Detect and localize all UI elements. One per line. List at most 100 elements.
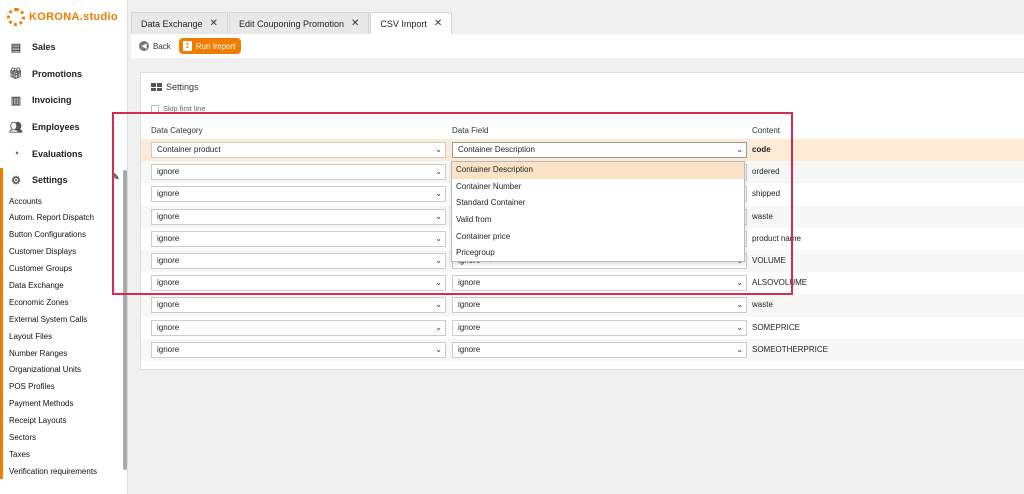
data-category-select[interactable]: ignore ⌄ [151, 208, 446, 225]
table-row: ignore ⌄ ignore ⌄ ALSOVOLUME [141, 272, 1024, 294]
nav-item-promotions[interactable]: 🎁︎ Promotions [0, 61, 127, 88]
header-data-category: Data Category [151, 126, 203, 135]
subnav-item-taxes[interactable]: Taxes [0, 447, 127, 464]
back-arrow-icon: ◀ [139, 41, 149, 51]
tab-label: Data Exchange [141, 18, 203, 29]
panel-title: Settings [151, 82, 199, 92]
select-value: ignore [157, 344, 180, 354]
data-field-select[interactable]: ignore ⌄ [452, 341, 747, 358]
chevron-down-icon: ⌄ [736, 278, 743, 288]
subnav-item-receipt-layouts[interactable]: Receipt Layouts [0, 413, 127, 430]
data-category-select[interactable]: ignore ⌄ [151, 319, 446, 336]
tab-label: CSV Import [380, 18, 427, 29]
data-category-select[interactable]: ignore ⌄ [151, 253, 446, 269]
select-value: ignore [157, 278, 180, 288]
data-field-select[interactable]: ignore ⌄ [452, 319, 747, 336]
nav-item-label: Settings [32, 175, 68, 186]
subnav-item-layout-files[interactable]: Layout Files [0, 329, 127, 346]
select-value: ignore [458, 278, 481, 288]
table-row: ignore ⌄ ignore ⌄ SOMEOTHERPRICE [141, 338, 1024, 361]
subnav-item-report-dispatch[interactable]: Autom. Report Dispatch [0, 210, 127, 227]
data-field-select[interactable]: ignore ⌄ [452, 275, 747, 292]
run-import-button[interactable]: ↥ Run Import [178, 38, 242, 54]
select-value: ignore [458, 300, 481, 310]
data-category-select[interactable]: ignore ⌄ [151, 164, 446, 181]
dropdown-option[interactable]: Standard Container [452, 195, 744, 212]
tab-data-exchange[interactable]: Data Exchange ✕ [131, 12, 228, 34]
chevron-down-icon: ⌄ [736, 300, 743, 310]
dropdown-option[interactable]: Valid from [452, 212, 744, 229]
grid-icon [151, 83, 162, 91]
table-row: Container product ⌄ Container Description ⌄… [141, 139, 1024, 162]
nav-item-sales[interactable]: ▤ Sales [0, 34, 127, 61]
subnav-item-organizational-units[interactable]: Organizational Units [0, 362, 127, 379]
subnav-item-sectors[interactable]: Sectors [0, 430, 127, 447]
close-icon[interactable]: ✕ [210, 13, 218, 35]
data-category-select[interactable]: ignore ⌄ [151, 275, 446, 292]
select-value: ignore [157, 167, 180, 177]
select-value: ignore [157, 233, 180, 243]
subnav-item-customer-groups[interactable]: Customer Groups [0, 261, 127, 278]
data-field-select[interactable]: Container Description ⌄ [452, 142, 747, 158]
data-field-select[interactable]: ignore ⌄ [452, 297, 747, 314]
data-category-select[interactable]: ignore ⌄ [151, 186, 446, 203]
subnav-item-customer-displays[interactable]: Customer Displays [0, 244, 127, 261]
data-field-dropdown[interactable]: Container Description Container Number S… [451, 161, 745, 262]
data-category-select[interactable]: ignore ⌄ [151, 297, 446, 314]
select-value: Container product [157, 145, 221, 154]
dropdown-option[interactable]: Container Number [452, 179, 744, 196]
dropdown-option[interactable]: Container price [452, 229, 744, 246]
chevron-down-icon: ⌄ [435, 189, 442, 199]
skip-first-line-label: Skip first line [163, 104, 206, 113]
chevron-down-icon: ⌄ [736, 145, 743, 154]
close-icon[interactable]: ✕ [434, 13, 442, 35]
dropdown-option[interactable]: Pricegroup [452, 245, 744, 262]
data-category-select[interactable]: Container product ⌄ [151, 142, 446, 158]
nav-item-label: Employees [32, 122, 80, 133]
chevron-down-icon: ⌄ [435, 278, 442, 288]
subnav-item-data-exchange[interactable]: Data Exchange [0, 278, 127, 295]
sidebar-scrollbar[interactable] [123, 170, 127, 470]
nav-item-label: Sales [32, 42, 56, 53]
pin-icon[interactable]: ✎ [112, 172, 120, 183]
subnav-item-economic-zones[interactable]: Economic Zones [0, 295, 127, 312]
skip-first-line-checkbox[interactable] [151, 104, 159, 113]
content-cell: product name [752, 233, 801, 243]
data-category-select[interactable]: ignore ⌄ [151, 341, 446, 358]
content-cell: waste [752, 211, 773, 221]
subnav-item-number-ranges[interactable]: Number Ranges [0, 346, 127, 363]
subnav-item-payment-methods[interactable]: Payment Methods [0, 396, 127, 413]
subnav-item-verification-requirements[interactable]: Verification requirements [0, 464, 127, 481]
chevron-down-icon: ⌄ [435, 145, 442, 154]
logo[interactable]: KORONA.studio [0, 0, 127, 34]
dropdown-option[interactable]: Container Description [452, 162, 744, 179]
nav-item-evaluations[interactable]: ◔ Evaluations [0, 140, 127, 167]
skip-first-line-option[interactable]: Skip first line [151, 104, 206, 113]
nav-item-invoicing[interactable]: ▥ Invoicing [0, 87, 127, 114]
back-button[interactable]: ◀ Back [139, 41, 171, 51]
select-value: Container Description [458, 145, 535, 154]
content-cell: ordered [752, 167, 780, 177]
select-value: ignore [458, 344, 481, 354]
subnav-item-accounts[interactable]: Accounts [0, 194, 127, 211]
nav-item-employees[interactable]: 👥︎ Employees [0, 114, 127, 141]
invoice-icon: ▥ [10, 94, 22, 107]
subnav-item-button-configurations[interactable]: Button Configurations [0, 227, 127, 244]
import-file-icon: ↥ [182, 41, 192, 51]
subnav-item-external-system-calls[interactable]: External System Calls [0, 312, 127, 329]
nav-item-settings[interactable]: ⚙ Settings ✎ [0, 167, 127, 194]
tab-csv-import[interactable]: CSV Import ✕ [370, 12, 453, 35]
header-data-field: Data Field [452, 126, 489, 135]
data-category-select[interactable]: ignore ⌄ [151, 230, 446, 247]
chevron-down-icon: ⌄ [736, 322, 743, 332]
select-value: ignore [157, 211, 180, 221]
close-icon[interactable]: ✕ [351, 13, 359, 35]
logo-icon [7, 8, 25, 26]
subnav-item-pos-profiles[interactable]: POS Profiles [0, 379, 127, 396]
tab-label: Edit Couponing Promotion [238, 18, 345, 29]
select-value: ignore [157, 322, 180, 332]
nav-item-label: Invoicing [32, 95, 72, 106]
tab-edit-couponing-promotion[interactable]: Edit Couponing Promotion ✕ [228, 12, 370, 35]
chevron-down-icon: ⌄ [435, 300, 442, 310]
gear-icon: ⚙ [11, 174, 21, 187]
